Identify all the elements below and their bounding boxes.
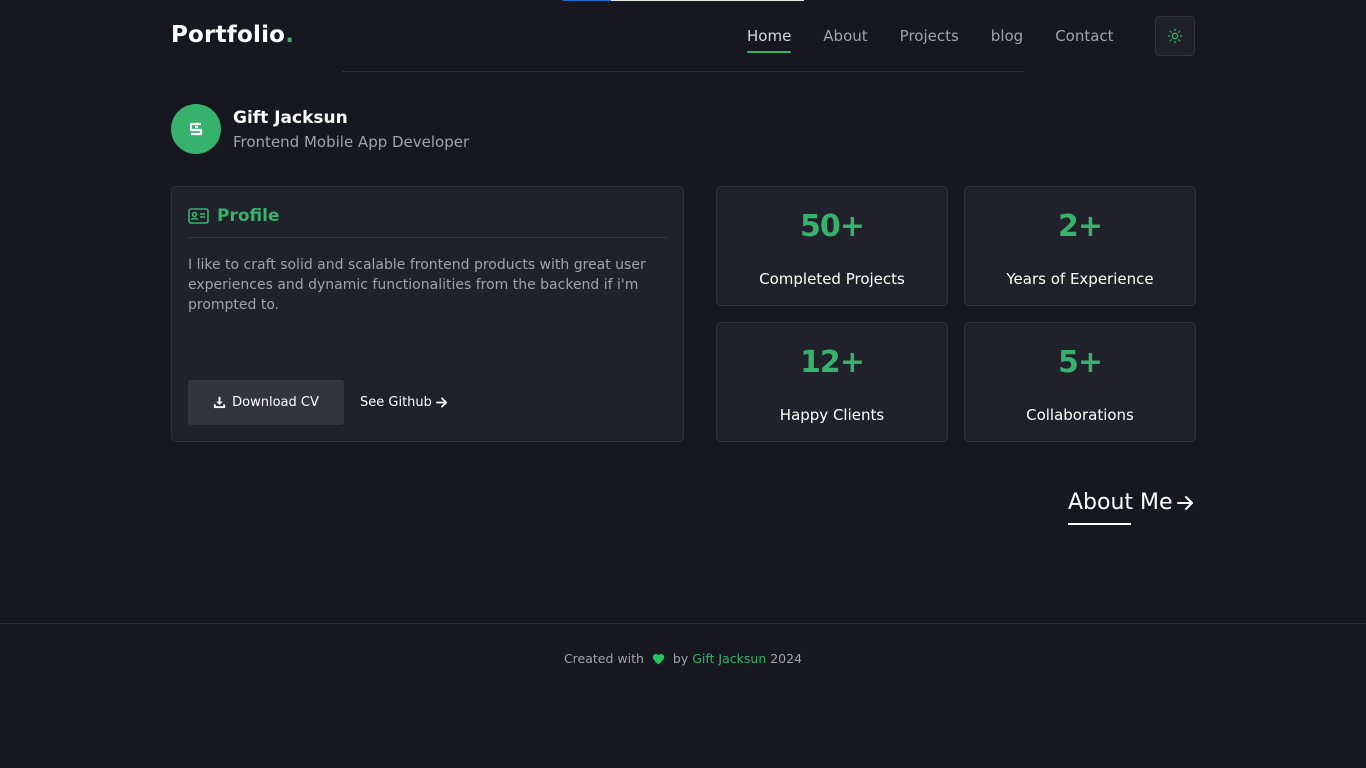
id-card-icon [188, 208, 209, 224]
brand-logo[interactable]: Portfolio. [171, 22, 294, 48]
footer-prefix: Created with [563, 651, 644, 666]
about-me-underline [1068, 523, 1131, 525]
download-cv-label: Download CV [232, 395, 319, 410]
profile-title: Profile [217, 206, 280, 226]
see-github-label: See Github [360, 395, 432, 410]
stat-card-projects: 50+ Completed Projects [716, 186, 948, 306]
stat-card-clients: 12+ Happy Clients [716, 322, 948, 442]
intro-section: Gift Jacksun Frontend Mobile App Develop… [171, 104, 591, 154]
about-me-link[interactable]: About Me [1068, 490, 1195, 515]
profile-card: Profile I like to craft solid and scalab… [171, 186, 684, 442]
nav-item-blog[interactable]: blog [991, 27, 1023, 45]
stat-value: 50+ [800, 209, 865, 244]
profile-header: Profile [188, 206, 279, 226]
profile-divider [188, 237, 667, 238]
nav-item-about[interactable]: About [823, 27, 867, 45]
site-header: Portfolio. Home About Projects blog Cont… [171, 0, 1195, 72]
footer-author-link[interactable]: Gift Jacksun [692, 651, 766, 666]
brand-name: Portfolio [171, 22, 286, 48]
nav-item-home[interactable]: Home [747, 27, 792, 53]
download-icon [214, 396, 226, 409]
header-divider [342, 71, 1024, 72]
avatar [171, 104, 221, 154]
stat-label: Happy Clients [779, 406, 885, 424]
sun-icon [1167, 28, 1183, 44]
download-cv-button[interactable]: Download CV [188, 380, 344, 425]
stat-value: 2+ [1057, 209, 1103, 244]
heart-icon [652, 654, 665, 665]
footer-by: by [672, 651, 689, 666]
stat-value: 5+ [1057, 345, 1103, 380]
see-github-link[interactable]: See Github [360, 395, 448, 410]
intro-name: Gift Jacksun [233, 108, 348, 128]
arrow-right-icon [1176, 495, 1193, 510]
stat-value: 12+ [800, 345, 865, 380]
main-nav: Home About Projects blog Contact [747, 27, 1114, 53]
profile-description: I like to craft solid and scalable front… [188, 257, 646, 313]
stat-card-experience: 2+ Years of Experience [964, 186, 1196, 306]
nav-item-contact[interactable]: Contact [1055, 27, 1113, 45]
stat-label: Collaborations [1026, 406, 1134, 424]
stat-card-collaborations: 5+ Collaborations [964, 322, 1196, 442]
brand-dot: . [285, 22, 295, 48]
arrow-right-icon [435, 397, 447, 408]
footer-year: 2024 [770, 651, 803, 666]
stat-label: Years of Experience [1006, 270, 1154, 288]
footer-divider [0, 623, 1366, 624]
nav-item-projects[interactable]: Projects [900, 27, 959, 45]
about-me-label: About Me [1068, 490, 1173, 515]
stat-label: Completed Projects [759, 270, 905, 288]
logo-g-icon [189, 122, 203, 136]
site-footer: Created with by Gift Jacksun 2024 [0, 651, 1366, 666]
theme-toggle-button[interactable] [1155, 16, 1195, 56]
intro-role: Frontend Mobile App Developer [233, 133, 470, 151]
